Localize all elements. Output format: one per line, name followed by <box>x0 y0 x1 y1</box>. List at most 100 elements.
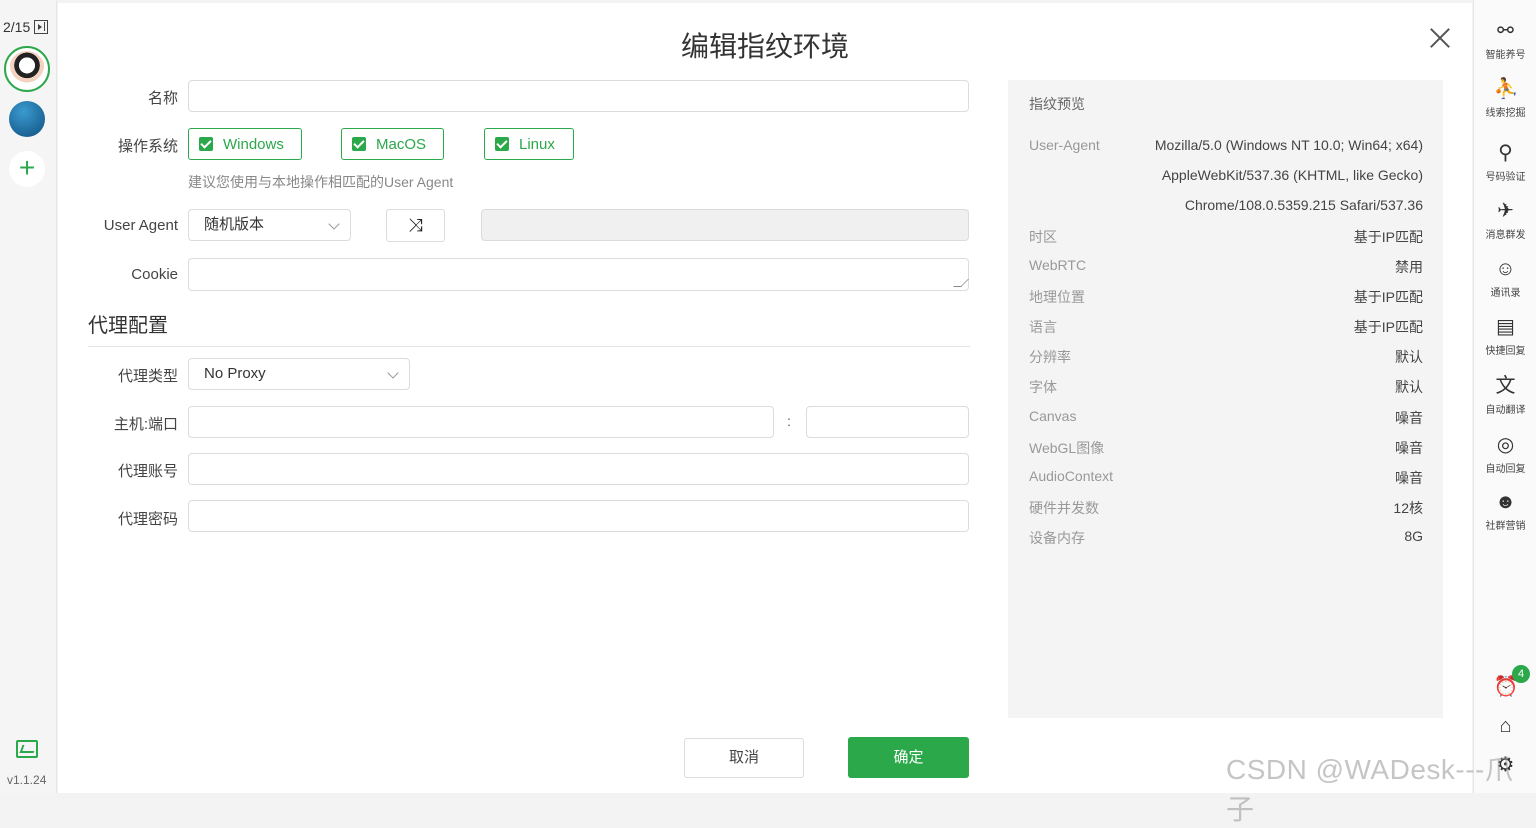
alarm-badge: 4 <box>1512 665 1530 683</box>
user-agent-label: User Agent <box>103 217 178 234</box>
preview-ua-line-2: AppleWebKit/537.36 (KHTML, like Gecko) <box>1161 167 1423 183</box>
os-option-label: Linux <box>519 135 555 153</box>
os-checkbox-windows[interactable]: Windows <box>188 128 302 160</box>
paper-plane-icon: ✈ <box>1497 200 1514 222</box>
preview-key-hardware-concurrency: 硬件并发数 <box>1029 500 1099 516</box>
preview-key-audiocontext: AudioContext <box>1029 468 1114 484</box>
proxy-port-input[interactable] <box>806 406 969 438</box>
ua-version-select[interactable]: 随机版本 <box>188 209 351 241</box>
cancel-button[interactable]: 取消 <box>684 738 804 778</box>
chevron-down-icon <box>387 367 399 379</box>
proxy-host-input[interactable] <box>188 406 774 438</box>
preview-key-canvas: Canvas <box>1029 408 1077 424</box>
randomize-ua-button[interactable]: ⤨ <box>386 209 445 242</box>
os-checkbox-linux[interactable]: Linux <box>484 128 574 160</box>
checkbox-checked-icon <box>495 137 509 151</box>
tool-label: 社群营销 <box>1485 521 1526 532</box>
resize-grip-icon[interactable] <box>953 279 969 287</box>
tool-contacts[interactable]: ☺ 通讯录 <box>1474 258 1536 299</box>
account-counter: 2/15 <box>3 19 49 35</box>
preview-key-timezone: 时区 <box>1029 229 1057 245</box>
person-pin-icon: ⛹ <box>1493 78 1519 100</box>
auto-reply-icon: ◎ <box>1496 434 1515 456</box>
tools-rail: ⚯ 智能养号 ⛹ 线索挖掘 ⚲ 号码验证 ✈ 消息群发 ☺ 通讯录 ▤ 快捷回复… <box>1473 0 1536 793</box>
preview-value-device-memory: 8G <box>1404 528 1423 544</box>
proxy-type-label: 代理类型 <box>117 368 178 385</box>
account-avatar[interactable] <box>9 101 45 137</box>
cookie-textarea[interactable] <box>188 258 969 291</box>
proxy-account-label: 代理账号 <box>117 463 178 480</box>
preview-value-language: 基于IP匹配 <box>1353 319 1423 335</box>
tool-label: 自动翻译 <box>1485 405 1526 416</box>
tool-auto-reply[interactable]: ◎ 自动回复 <box>1474 434 1536 475</box>
proxy-password-input[interactable] <box>188 500 969 532</box>
tool-auto-translate[interactable]: 文 自动翻译 <box>1474 375 1536 416</box>
preview-value-geolocation: 基于IP匹配 <box>1353 289 1423 305</box>
tool-bulk-message[interactable]: ✈ 消息群发 <box>1474 200 1536 241</box>
add-account-button[interactable]: + <box>9 151 45 187</box>
user-agent-input <box>481 209 969 241</box>
tool-number-verify[interactable]: ⚲ 号码验证 <box>1474 142 1536 183</box>
preview-value-hardware-concurrency: 12核 <box>1393 500 1423 516</box>
store-icon: ⌂ <box>1499 715 1512 737</box>
chevron-down-icon <box>328 218 340 230</box>
group-icon: ☻ <box>1494 491 1517 513</box>
checkbox-checked-icon <box>199 137 213 151</box>
preview-value-audiocontext: 噪音 <box>1395 470 1423 486</box>
close-icon[interactable] <box>1428 26 1452 50</box>
proxy-section-title: 代理配置 <box>88 315 168 337</box>
preview-key-language: 语言 <box>1029 319 1057 335</box>
proxy-password-label: 代理密码 <box>117 511 178 528</box>
preview-key-geolocation: 地理位置 <box>1029 289 1085 305</box>
tool-label: 通讯录 <box>1490 288 1521 299</box>
translate-icon: 文 <box>1495 375 1516 397</box>
quick-reply-icon: ▤ <box>1496 316 1515 338</box>
preview-key-webgl: WebGL图像 <box>1029 440 1105 456</box>
preview-value-timezone: 基于IP匹配 <box>1353 229 1423 245</box>
proxy-account-input[interactable] <box>188 453 969 485</box>
preview-key-font: 字体 <box>1029 379 1057 395</box>
os-hint: 建议您使用与本地操作相匹配的User Agent <box>188 174 454 190</box>
name-input[interactable] <box>188 80 969 112</box>
preview-ua-line-1: Mozilla/5.0 (Windows NT 10.0; Win64; x64… <box>1154 137 1423 153</box>
tool-label: 快捷回复 <box>1485 346 1526 357</box>
tool-community-marketing[interactable]: ☻ 社群营销 <box>1474 491 1536 532</box>
proxy-type-select[interactable]: No Proxy <box>188 358 410 390</box>
tool-lead-mining[interactable]: ⛹ 线索挖掘 <box>1474 78 1536 119</box>
account-counter-text: 2/15 <box>3 19 31 35</box>
tool-label: 智能养号 <box>1485 50 1526 61</box>
preview-ua-line-3: Chrome/108.0.5359.215 Safari/537.36 <box>1184 197 1423 213</box>
os-checkbox-macos[interactable]: MacOS <box>341 128 444 160</box>
ua-version-value: 随机版本 <box>204 216 265 233</box>
cookie-label: Cookie <box>131 266 178 283</box>
monitor-chart-icon[interactable] <box>16 740 38 758</box>
preview-value-resolution: 默认 <box>1395 349 1423 365</box>
tool-label: 自动回复 <box>1485 464 1526 475</box>
host-port-label: 主机:端口 <box>113 416 178 433</box>
fingerprint-preview-panel: 指纹预览 User-Agent Mozilla/5.0 (Windows NT … <box>1008 80 1443 718</box>
tool-label: 消息群发 <box>1485 230 1526 241</box>
preview-key-resolution: 分辨率 <box>1029 349 1071 365</box>
confirm-button[interactable]: 确定 <box>848 737 969 778</box>
proxy-type-value: No Proxy <box>204 365 266 382</box>
tool-smart-nurture[interactable]: ⚯ 智能养号 <box>1474 20 1536 61</box>
preview-key-webrtc: WebRTC <box>1029 257 1087 273</box>
collapse-panel-icon[interactable] <box>34 20 49 34</box>
dialog-title: 编辑指纹环境 <box>680 31 849 62</box>
preview-key-user-agent: User-Agent <box>1029 137 1100 153</box>
checkbox-checked-icon <box>352 137 366 151</box>
preview-value-webgl: 噪音 <box>1395 440 1423 456</box>
watermark: CSDN @WADesk---爪子 <box>1226 754 1514 825</box>
store-button[interactable]: ⌂ <box>1474 715 1536 737</box>
os-label: 操作系统 <box>117 138 178 155</box>
tool-label: 线索挖掘 <box>1485 108 1526 119</box>
app-version: v1.1.24 <box>7 773 47 787</box>
name-label: 名称 <box>147 90 178 107</box>
tool-quick-reply[interactable]: ▤ 快捷回复 <box>1474 316 1536 357</box>
preview-value-font: 默认 <box>1395 379 1423 395</box>
user-search-icon: ⚲ <box>1498 142 1513 164</box>
account-avatar-active[interactable] <box>4 46 50 92</box>
preview-value-webrtc: 禁用 <box>1395 259 1423 275</box>
account-rail: 2/15 + v1.1.24 <box>0 0 57 793</box>
edit-fingerprint-dialog: 编辑指纹环境 名称 操作系统 Windows MacOS Linux 建议您使用… <box>58 3 1472 793</box>
